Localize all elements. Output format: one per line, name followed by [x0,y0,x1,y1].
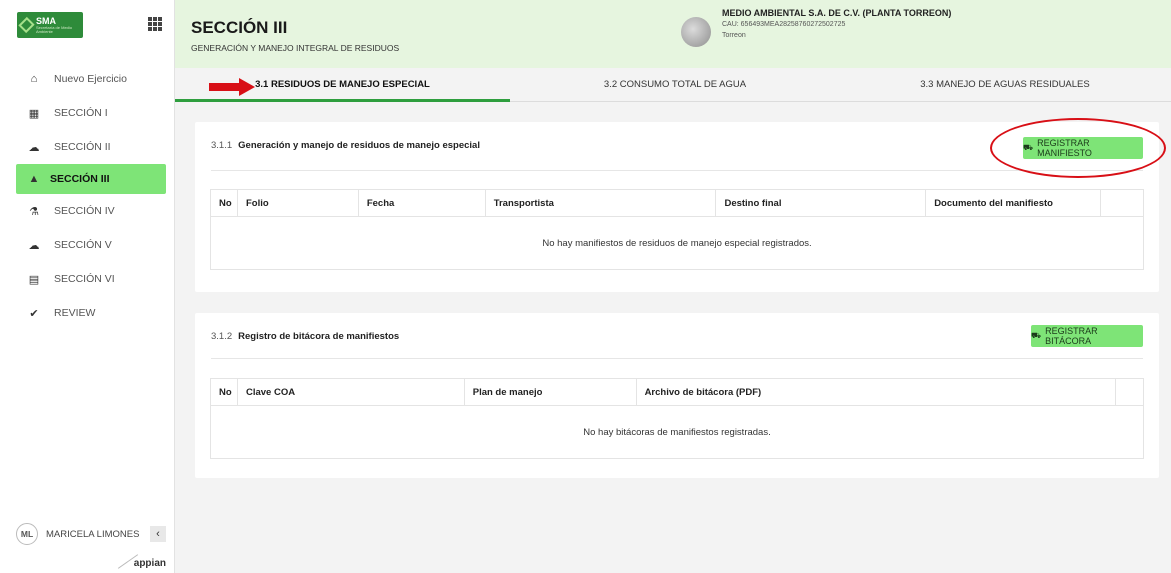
chevron-left-icon: ‹ [156,528,160,540]
page-header: SECCIÓN III GENERACIÓN Y MANEJO INTEGRAL… [175,0,1171,68]
building-icon: ▦ [28,107,40,120]
user-bar: ML MARICELA LIMONES ‹ [16,523,166,545]
document-icon: ▤ [28,273,40,286]
cloud-rain-icon: ☁ [28,141,40,154]
sidebar-item-label: SECCIÓN I [54,107,108,119]
section-title: Registro de bitácora de manifiestos [238,331,400,342]
sidebar-item-sección-iv[interactable]: ⚗ SECCIÓN IV [0,194,174,228]
user-name[interactable]: MARICELA LIMONES [46,529,139,540]
tab-manejo-aguas-residuales[interactable]: 3.3 MANEJO DE AGUAS RESIDUALES [840,68,1170,101]
section-tabs: 3.1 RESIDUOS DE MANEJO ESPECIAL 3.2 CONS… [175,68,1171,102]
logo-mark-icon [18,16,35,34]
registrar-bitacora-button[interactable]: ⛟ REGISTRAR BITÁCORA [1031,325,1143,347]
logo-subtext: Secretaría de Medio Ambiente [35,24,73,34]
truck-icon: ⛟ [1031,331,1042,340]
column-header[interactable]: Fecha [357,189,486,217]
sidebar-item-sección-vi[interactable]: ▤ SECCIÓN VI [0,262,174,296]
section-title: Generación y manejo de residuos de manej… [238,140,480,151]
section-number: 3.1.1 [211,140,233,151]
button-label: REGISTRAR BITÁCORA [1045,326,1098,346]
company-avatar [681,17,711,47]
sidebar-item-label: Nuevo Ejercicio [54,73,127,85]
divider [211,170,1143,171]
sidebar-item-sección-i[interactable]: ▦ SECCIÓN I [0,96,174,130]
appian-logo: appian [133,558,166,569]
column-header[interactable]: Plan de manejo [463,378,637,406]
column-header[interactable]: No [210,189,238,217]
sidebar-item-label: SECCIÓN IV [54,205,115,217]
section-number: 3.1.2 [211,331,233,342]
page-subtitle: GENERACIÓN Y MANEJO INTEGRAL DE RESIDUOS [191,43,400,53]
company-city: Torreon [722,32,746,39]
card-bitacora-manifiestos: 3.1.2 Registro de bitácora de manifiesto… [195,313,1159,478]
company-name: MEDIO AMBIENTAL S.A. DE C.V. (PLANTA TOR… [722,8,952,18]
column-header [1100,189,1144,217]
collapse-sidebar-button[interactable]: ‹ [150,526,166,542]
column-header[interactable]: Transportista [484,189,717,217]
flask-icon: ⚗ [29,205,39,218]
check-circle-icon: ✔ [29,307,39,320]
section-header: 3.1.2 Registro de bitácora de manifiesto… [211,331,399,342]
sidebar-item-review[interactable]: ✔ REVIEW [0,296,174,330]
empty-message: No hay bitácoras de manifiestos registra… [210,405,1144,459]
manifiestos-table: No Folio Fecha Transportista Destino fin… [210,189,1144,270]
sidebar-item-label: REVIEW [54,307,96,319]
sidebar-item-sección-iii[interactable]: ▲ SECCIÓN III [16,164,166,194]
app-grid-icon[interactable] [148,17,162,31]
column-header[interactable]: Documento del manifiesto [925,189,1101,217]
empty-message: No hay manifiestos de residuos de manejo… [210,216,1144,270]
sma-logo[interactable]: SMA Secretaría de Medio Ambiente [17,12,83,38]
sidebar-item-label: SECCIÓN III [50,173,110,185]
column-header[interactable]: Destino final [715,189,927,217]
column-header[interactable]: No [210,378,238,406]
sidebar-nav: ⌂ Nuevo Ejercicio ▦ SECCIÓN I ☁ SECCIÓN II ▲ SE… [0,62,174,330]
avatar[interactable]: ML [16,523,38,545]
page-title: SECCIÓN III [191,18,288,37]
sidebar-item-nuevo-ejercicio[interactable]: ⌂ Nuevo Ejercicio [0,62,174,96]
sidebar-item-sección-ii[interactable]: ☁ SECCIÓN II [0,130,174,164]
column-header [1115,378,1144,406]
sidebar-item-label: SECCIÓN II [54,141,111,153]
company-cau: CAU: 656493MEA28258760272502725 [722,21,846,28]
column-header[interactable]: Archivo de bitácora (PDF) [635,378,1117,406]
sidebar-item-label: SECCIÓN V [54,239,112,251]
tab-consumo-total-agua[interactable]: 3.2 CONSUMO TOTAL DE AGUA [510,68,840,101]
sidebar: SMA Secretaría de Medio Ambiente ⌂ Nuevo … [0,0,175,573]
column-header[interactable]: Folio [236,189,359,217]
warning-icon: ▲ [28,173,40,185]
bitacora-table: No Clave COA Plan de manejo Archivo de b… [210,378,1144,459]
home-icon: ⌂ [30,73,38,85]
sidebar-item-label: SECCIÓN VI [54,273,115,285]
section-header: 3.1.1 Generación y manejo de residuos de… [211,140,480,151]
divider [211,358,1143,359]
column-header[interactable]: Clave COA [236,378,465,406]
annotation-arrow-icon [209,78,255,96]
sidebar-item-sección-v[interactable]: ☁ SECCIÓN V [0,228,174,262]
cloud-icon: ☁ [28,239,40,252]
annotation-highlight-circle [990,118,1166,178]
logo-bar: SMA Secretaría de Medio Ambiente [0,0,174,60]
